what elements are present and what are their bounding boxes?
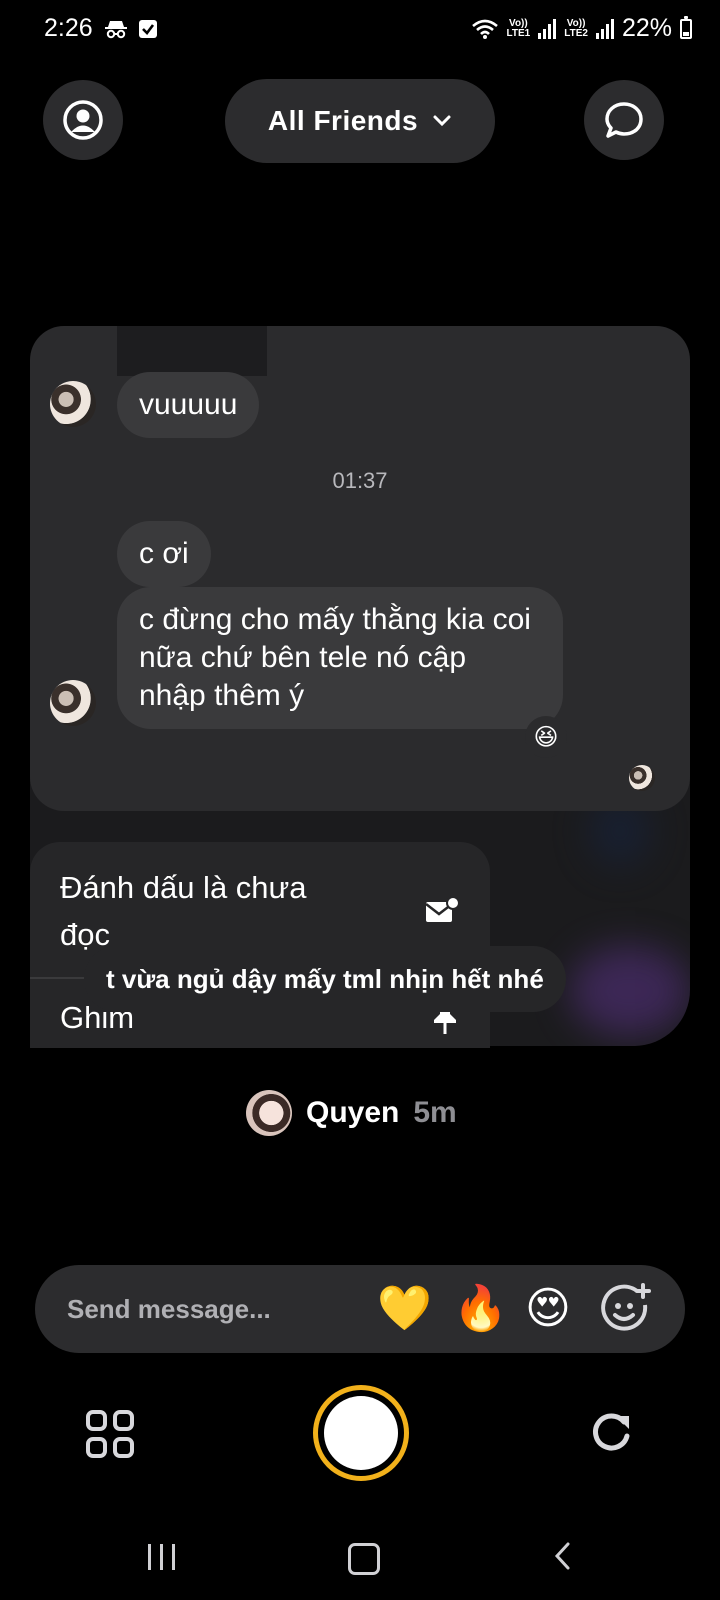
- checkbox-icon: [139, 20, 157, 38]
- avatar[interactable]: [50, 381, 96, 427]
- status-right: Vo)) LTE1 Vo)) LTE2 22%: [471, 14, 692, 43]
- post-time: 5m: [413, 1096, 457, 1129]
- friends-filter-label: All Friends: [267, 105, 419, 136]
- refresh-icon[interactable]: [588, 1410, 634, 1456]
- photo-author[interactable]: Quyen 5m: [246, 1090, 457, 1136]
- read-receipt-avatar: [629, 765, 655, 791]
- avatar: [246, 1090, 292, 1136]
- message-bubble[interactable]: c đừng cho mấy thằng kia coi nữa chứ bên…: [117, 587, 563, 729]
- status-icons: [104, 18, 158, 40]
- photo-caption: t vừa ngủ dậy mấy tml nhịn hết nhé: [84, 946, 566, 1012]
- avatar[interactable]: [50, 680, 96, 726]
- context-menu: Đánh dấu là chưa đọc Ghim: [30, 842, 490, 1048]
- message-reaction[interactable]: 😆: [525, 716, 567, 758]
- incognito-icon: [105, 21, 127, 39]
- user-circle-icon: [63, 100, 103, 140]
- add-emoji-icon[interactable]: [599, 1283, 651, 1335]
- capture-button-inner: [324, 1396, 398, 1470]
- nav-recents-button[interactable]: [148, 1544, 175, 1570]
- capture-button[interactable]: [313, 1385, 409, 1481]
- chat-bubble-icon: [605, 102, 643, 138]
- mail-mark-icon: [425, 896, 460, 922]
- message-bubble[interactable]: vuuuuu: [117, 372, 260, 438]
- status-time: 2:26: [44, 14, 93, 42]
- battery-percent: 22%: [621, 14, 672, 42]
- nav-back-icon[interactable]: [553, 1541, 573, 1571]
- fire-reaction-button[interactable]: 🔥: [453, 1283, 508, 1335]
- network-label-1: Vo)) LTE1: [506, 17, 531, 39]
- message-bubble[interactable]: c ơi: [117, 521, 211, 587]
- send-message-input[interactable]: Send message...: [67, 1265, 271, 1353]
- author-name: Quyen: [306, 1096, 400, 1129]
- signal-icon: [595, 18, 614, 39]
- heart-reaction-button[interactable]: 💛: [377, 1283, 432, 1335]
- grid-view-icon[interactable]: [86, 1410, 134, 1458]
- profile-button[interactable]: [43, 80, 123, 160]
- menu-item-label: Đánh dấu là chưa đọc: [60, 870, 307, 952]
- wifi-icon: [471, 19, 498, 39]
- signal-icon: [538, 18, 557, 39]
- heart-eyes-reaction-button[interactable]: 😍: [525, 1283, 571, 1335]
- chat-button[interactable]: [584, 80, 664, 160]
- friends-filter-dropdown[interactable]: All Friends: [225, 79, 495, 163]
- network-label-2: Vo)) LTE2: [564, 17, 588, 39]
- nav-home-button[interactable]: [348, 1543, 380, 1575]
- message-bar: Send message... 💛 🔥 😍: [35, 1265, 685, 1353]
- panel-notch: [117, 326, 267, 376]
- chevron-down-icon: [433, 115, 451, 127]
- menu-item-mark-unread[interactable]: Đánh dấu là chưa đọc: [60, 864, 460, 958]
- timestamp-divider: 01:37: [332, 468, 388, 493]
- battery-icon: [680, 15, 692, 39]
